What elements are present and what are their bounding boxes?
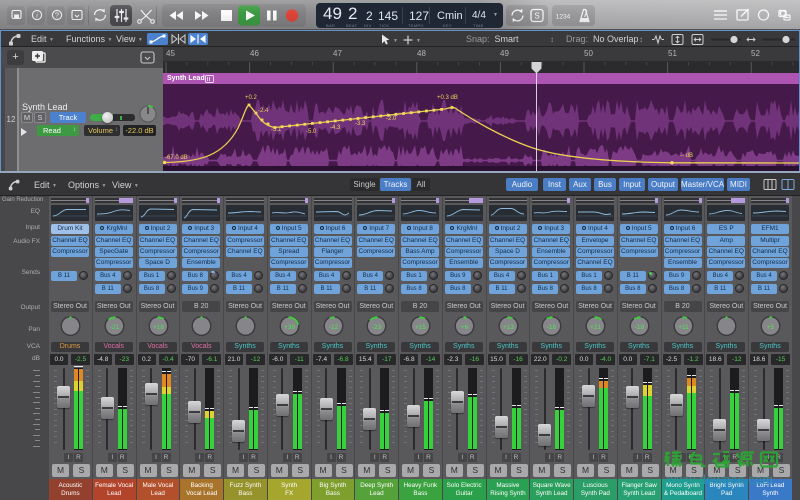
svg-text:-21: -21 xyxy=(110,324,120,331)
svg-text:i: i xyxy=(36,11,38,19)
svg-text:+6: +6 xyxy=(461,324,469,331)
svg-text:+5: +5 xyxy=(767,324,775,331)
svg-text:▼: ▼ xyxy=(416,38,421,44)
svg-text:-5.0: -5.0 xyxy=(306,129,317,135)
svg-text:-5.1: -5.1 xyxy=(271,127,282,133)
svg-text:S: S xyxy=(534,12,539,21)
svg-text:+15: +15 xyxy=(415,324,426,331)
svg-text:-12: -12 xyxy=(328,324,338,331)
svg-text:-3.3: -3.3 xyxy=(355,121,366,127)
svg-text:+21: +21 xyxy=(590,324,601,331)
svg-text:+39: +39 xyxy=(284,324,295,331)
svg-text:-16: -16 xyxy=(547,324,557,331)
svg-text:?: ? xyxy=(55,11,59,20)
svg-text:-23: -23 xyxy=(372,324,382,331)
svg-text:-18: -18 xyxy=(635,324,645,331)
svg-text:-- dB: -- dB xyxy=(680,153,693,159)
svg-text:-2.4: -2.4 xyxy=(258,108,269,114)
svg-text:+13: +13 xyxy=(502,324,513,331)
svg-text:+18: +18 xyxy=(152,324,163,331)
svg-text:1234: 1234 xyxy=(556,14,571,21)
svg-text:-67.0 dB: -67.0 dB xyxy=(165,155,188,161)
svg-text:+0.2: +0.2 xyxy=(245,95,258,101)
svg-text:-4.3: -4.3 xyxy=(330,125,341,131)
svg-text:+11: +11 xyxy=(678,324,689,331)
svg-text:-2.0: -2.0 xyxy=(386,116,397,122)
svg-text:+0.3 dB: +0.3 dB xyxy=(437,95,458,101)
svg-text:▼: ▼ xyxy=(393,38,398,44)
